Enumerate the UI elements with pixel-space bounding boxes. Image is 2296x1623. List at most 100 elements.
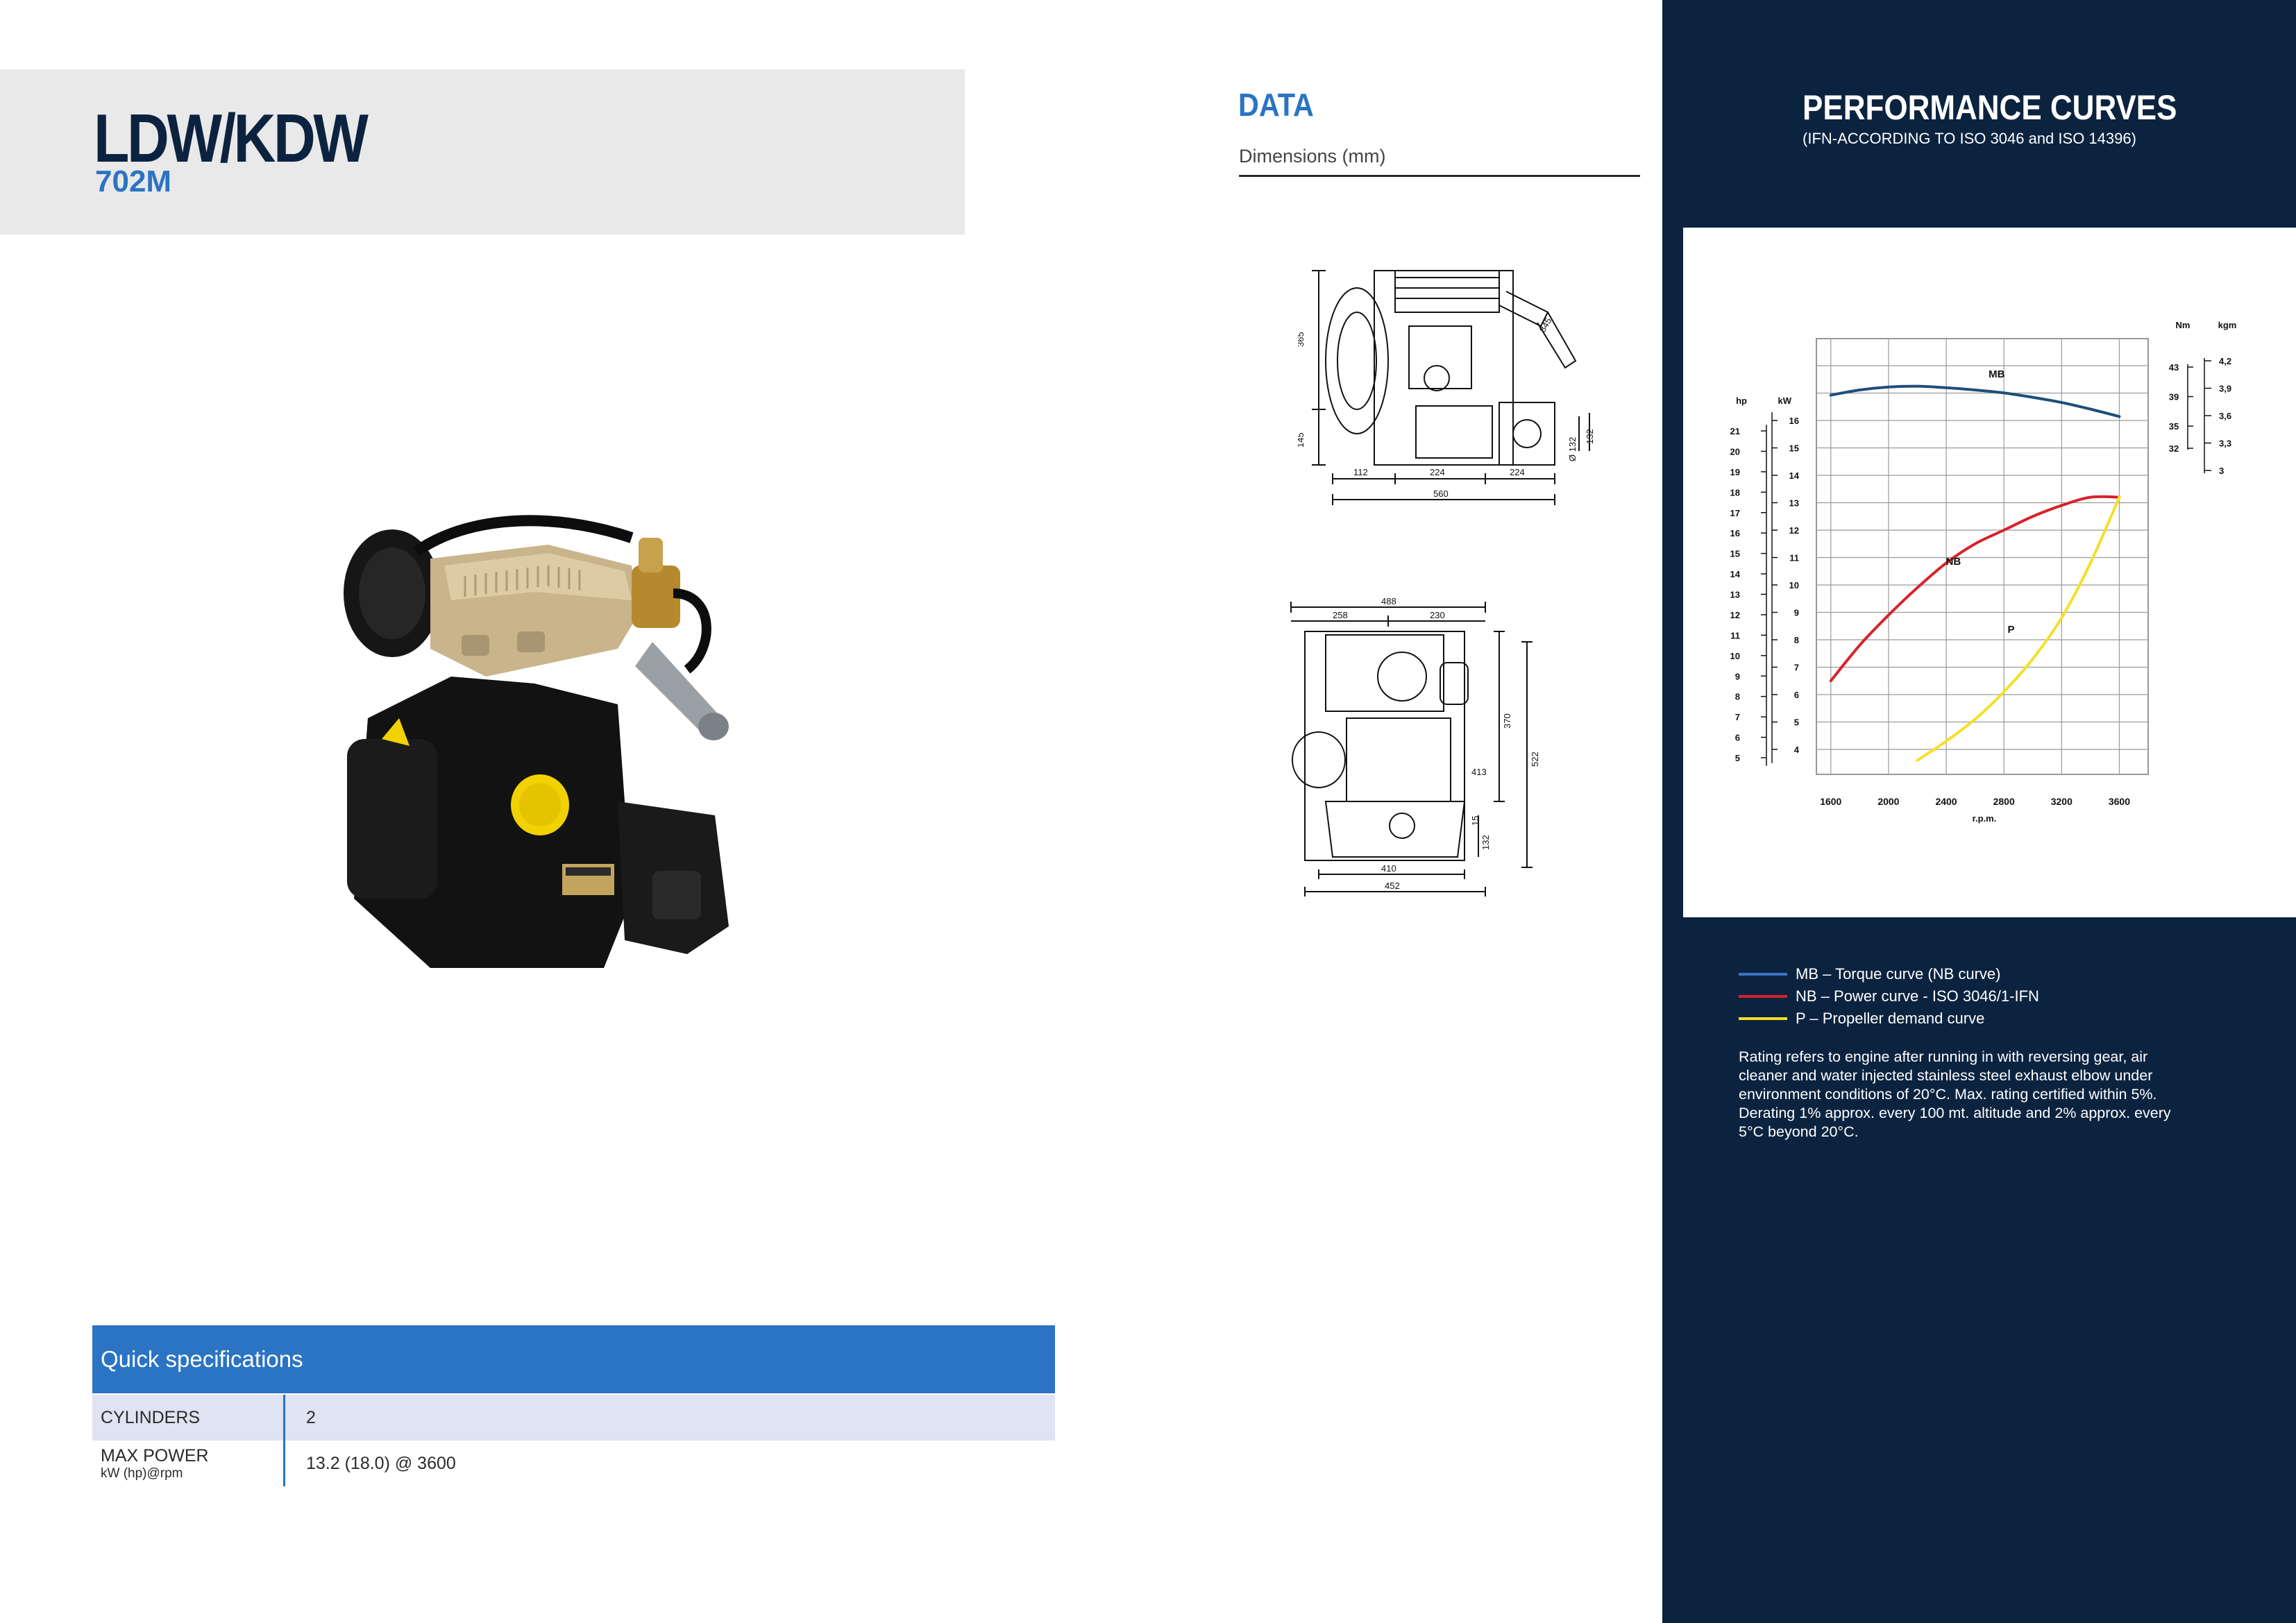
- dim-label: 132: [1480, 835, 1491, 850]
- dim-label: 224: [1430, 467, 1445, 477]
- dim-label: 230: [1430, 610, 1445, 620]
- hp-tick-label: 14: [1730, 569, 1741, 579]
- kgm-tick-label: 3,6: [2219, 411, 2231, 421]
- kw-tick-label: 15: [1789, 443, 1799, 454]
- dim-label: 112: [1353, 467, 1368, 477]
- curve-label: P: [2008, 624, 2015, 636]
- legend-label: P – Propeller demand curve: [1796, 1010, 1985, 1027]
- x-axis-label: r.p.m.: [1973, 813, 1997, 824]
- x-tick-label: 2400: [1935, 796, 1957, 807]
- hp-tick-label: 20: [1730, 446, 1740, 457]
- performance-title: PERFORMANCE CURVES: [1803, 88, 2177, 127]
- hp-tick-label: 21: [1730, 426, 1740, 436]
- nm-axis-label: Nm: [2176, 320, 2191, 330]
- kw-tick-label: 8: [1794, 635, 1799, 645]
- rating-note: Rating refers to engine after running in…: [1739, 1048, 2171, 1140]
- hp-tick-label: 9: [1735, 671, 1740, 681]
- hp-tick-label: 5: [1735, 753, 1740, 763]
- kw-tick-label: 13: [1789, 498, 1799, 509]
- dim-label: 522: [1530, 751, 1540, 767]
- product-variant: 702M: [95, 164, 172, 198]
- kw-tick-label: 9: [1794, 608, 1799, 618]
- hp-tick-label: 6: [1735, 733, 1740, 743]
- product-title: LDW/KDW: [94, 100, 369, 176]
- chart-legend: MB – Torque curve (NB curve) NB – Power …: [1739, 963, 2039, 1030]
- spec-unit: kW (hp)@rpm: [101, 1465, 183, 1481]
- performance-chart: 1600 2000 2400 2800 3200 3600 r.p.m. kW 4 5 6 7 8 9 10…: [1730, 320, 2237, 824]
- x-tick-label: 2000: [1877, 796, 1899, 807]
- dim-label: Ø 132: [1567, 437, 1578, 461]
- dim-label: 145: [1298, 432, 1306, 448]
- plot-frame: [1816, 338, 2149, 775]
- dim-label: 488: [1381, 596, 1396, 606]
- dim-label: 413: [1471, 767, 1487, 777]
- dim-label: 258: [1333, 610, 1348, 620]
- kw-tick-label: 10: [1789, 580, 1799, 590]
- dim-label: 224: [1510, 467, 1525, 477]
- legend-swatch: [1739, 1017, 1787, 1020]
- specs-title: Quick specifications: [92, 1325, 1055, 1393]
- spec-value: 13.2 (18.0) @ 3600: [306, 1453, 456, 1473]
- nm-tick-label: 39: [2169, 392, 2179, 402]
- nm-tick-label: 43: [2169, 362, 2179, 373]
- kw-tick-label: 14: [1789, 470, 1800, 481]
- dim-label: 560: [1433, 488, 1449, 499]
- dim-label: 365: [1298, 332, 1306, 347]
- x-tick-label: 2800: [1993, 796, 2015, 807]
- hp-tick-label: 12: [1730, 610, 1740, 620]
- hp-tick-label: 13: [1730, 590, 1740, 600]
- hp-tick-label: 8: [1735, 692, 1740, 702]
- hp-tick-label: 15: [1730, 549, 1740, 559]
- hp-axis-label: hp: [1736, 396, 1747, 406]
- legend-item-p: P – Propeller demand curve: [1739, 1008, 2039, 1030]
- hp-tick-label: 19: [1730, 467, 1740, 477]
- x-tick-label: 1600: [1820, 796, 1841, 807]
- quick-specifications-table: Quick specifications CYLINDERS 2 MAX POW…: [92, 1325, 1055, 1486]
- data-section-title: DATA: [1238, 87, 1314, 123]
- dim-label: 410: [1381, 863, 1396, 874]
- kw-tick-label: 11: [1789, 553, 1799, 563]
- legend-label: NB – Power curve - ISO 3046/1-IFN: [1796, 987, 2039, 1005]
- dim-label: 452: [1385, 881, 1400, 891]
- kgm-tick-label: 3,3: [2219, 439, 2231, 449]
- spec-row-cylinders: CYLINDERS 2: [92, 1395, 1055, 1441]
- dim-label: 132: [1585, 429, 1595, 444]
- x-tick-label: 3200: [2051, 796, 2073, 807]
- kw-tick-label: 6: [1794, 690, 1799, 700]
- kgm-tick-label: 4,2: [2219, 356, 2231, 366]
- dim-label: 15: [1470, 816, 1480, 826]
- kw-tick-label: 12: [1789, 525, 1799, 536]
- hp-tick-label: 17: [1730, 508, 1740, 518]
- legend-swatch: [1739, 995, 1787, 998]
- nm-tick-label: 35: [2169, 421, 2179, 432]
- legend-swatch: [1739, 973, 1787, 976]
- performance-chart-box: 1600 2000 2400 2800 3200 3600 r.p.m. kW 4 5 6 7 8 9 10…: [1683, 228, 2296, 917]
- legend-item-nb: NB – Power curve - ISO 3046/1-IFN: [1739, 985, 2039, 1008]
- kw-tick-label: 5: [1794, 717, 1799, 728]
- dimensions-subtitle: Dimensions (mm): [1239, 146, 1386, 167]
- x-tick-label: 3600: [2109, 796, 2130, 807]
- series-line-nb: [1829, 495, 2121, 683]
- kgm-axis-label: kgm: [2218, 320, 2237, 330]
- spec-label-text: CYLINDERS: [101, 1407, 201, 1427]
- kgm-tick-label: 3,9: [2219, 384, 2231, 394]
- spec-label: CYLINDERS: [92, 1395, 285, 1441]
- section-divider: [1239, 175, 1640, 177]
- spec-row-max-power: MAX POWER kW (hp)@rpm 13.2 (18.0) @ 3600: [92, 1441, 1055, 1486]
- kw-tick-label: 7: [1794, 663, 1799, 673]
- spec-label: MAX POWER kW (hp)@rpm: [92, 1441, 285, 1486]
- side-view-drawing: 365 145 112 224 224 560 845 132 Ø 132: [1298, 270, 1595, 505]
- front-view-drawing: 488 258 230 370 522 410 452 413 132 15: [1290, 596, 1540, 897]
- hp-tick-label: 18: [1730, 487, 1740, 498]
- series-line-mb: [1829, 384, 2121, 418]
- kw-axis-label: kW: [1778, 396, 1792, 406]
- kw-tick-label: 4: [1794, 745, 1800, 755]
- legend-label: MB – Torque curve (NB curve): [1796, 965, 2001, 983]
- kgm-tick-label: 3: [2219, 466, 2224, 476]
- engine-photo: [344, 515, 729, 968]
- curve-label: MB: [1989, 368, 2004, 380]
- nm-tick-label: 32: [2169, 443, 2179, 454]
- spec-value: 2: [306, 1407, 316, 1427]
- hp-tick-label: 10: [1730, 651, 1740, 661]
- hp-tick-label: 16: [1730, 528, 1740, 538]
